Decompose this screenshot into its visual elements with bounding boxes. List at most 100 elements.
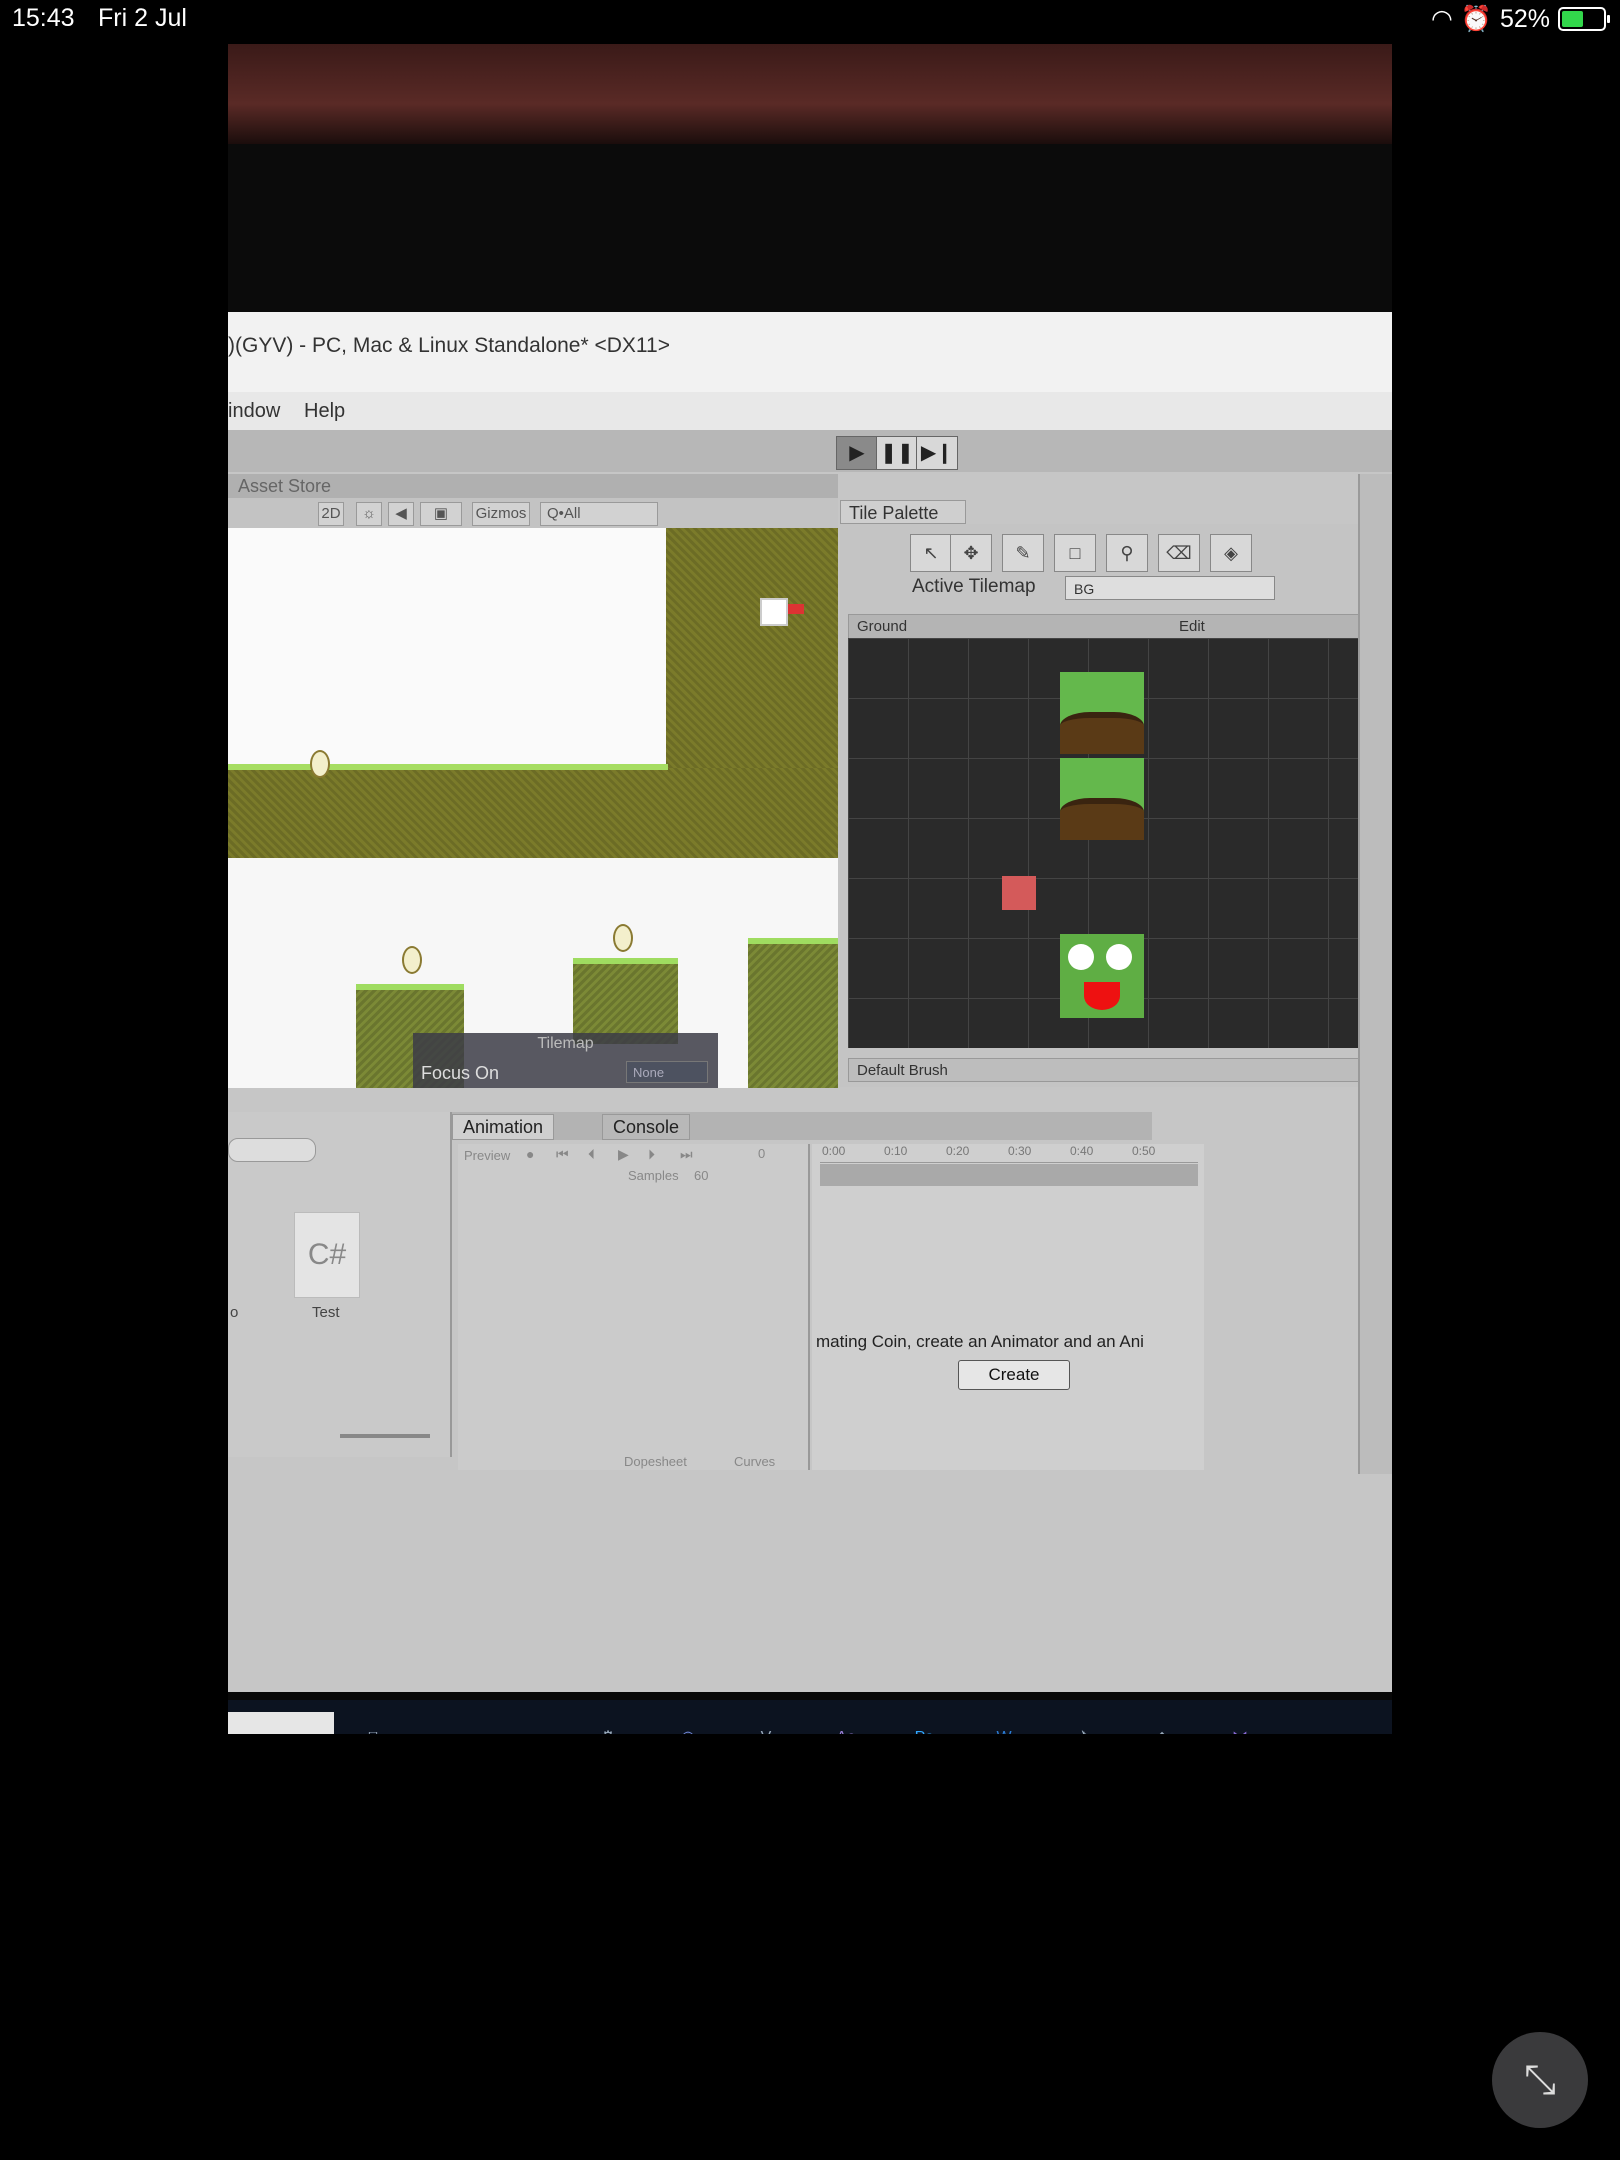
photoshop-icon[interactable]: Ps [904, 1718, 944, 1734]
taskbar-search[interactable] [228, 1712, 334, 1734]
csharp-script-icon[interactable]: C# [294, 1212, 360, 1298]
ruler-tick: 0:30 [1008, 1144, 1032, 1158]
red-tile[interactable] [1002, 876, 1036, 910]
lighting-icon[interactable]: ☼ [356, 502, 382, 526]
asset-name[interactable]: Test [312, 1304, 340, 1321]
exit-fullscreen-icon[interactable]: ⤡ [1492, 2032, 1588, 2128]
record-icon[interactable]: ● [526, 1146, 534, 1162]
timeline-ruler: 0:00 0:10 0:20 0:30 0:40 0:50 [820, 1144, 1198, 1163]
gizmo-x-arrow-icon[interactable] [788, 604, 804, 614]
select-icon[interactable]: ↖ [910, 534, 952, 572]
step-icon[interactable]: ▶❙ [916, 436, 958, 470]
animation-tab-bar: Animation Console [452, 1112, 1152, 1140]
mode-2d-button[interactable]: 2D [318, 502, 344, 526]
active-tilemap-label: Active Tilemap [912, 576, 1036, 597]
tilemap-overlay-title: Tilemap [537, 1035, 594, 1052]
project-panel: C# Test o [228, 1112, 452, 1457]
unity-icon[interactable]: ◆ [1142, 1718, 1182, 1734]
discord-icon[interactable]: ◉ [668, 1718, 708, 1734]
dopesheet-tab[interactable]: Dopesheet [624, 1454, 687, 1469]
samples-field[interactable]: 60 [694, 1168, 708, 1183]
menu-help[interactable]: Help [304, 400, 345, 423]
first-frame-icon[interactable]: ⏮ [556, 1146, 569, 1163]
preview-toggle[interactable]: Preview [464, 1148, 510, 1163]
tile-palette-grid[interactable] [848, 638, 1362, 1048]
audio-icon[interactable]: ◀ [388, 502, 414, 526]
scene-view[interactable]: Tilemap Focus On None [228, 528, 838, 1088]
pause-icon[interactable]: ❚❚ [876, 436, 918, 470]
project-search-input[interactable] [228, 1138, 316, 1162]
picker-icon[interactable]: ⚲ [1106, 534, 1148, 572]
ruler-tick: 0:20 [946, 1144, 970, 1158]
active-tilemap-dropdown[interactable]: BG [1065, 576, 1275, 600]
tab-animation[interactable]: Animation [452, 1114, 555, 1140]
effects-icon[interactable]: ▣ [420, 502, 462, 526]
wifi-icon: ◠ [1430, 5, 1453, 33]
grass-tile[interactable] [1060, 758, 1144, 840]
asset-name-cut: o [230, 1304, 239, 1321]
background-wall [228, 44, 1392, 144]
move-icon[interactable]: ✥ [950, 534, 992, 572]
palette-selector[interactable]: Ground Edit [848, 614, 1364, 640]
create-button[interactable]: Create [958, 1360, 1070, 1390]
frame-field[interactable]: 0 [758, 1146, 765, 1161]
tilemap-bg-band [228, 768, 838, 858]
timeline-track [820, 1164, 1198, 1186]
window-title: )(GYV) - PC, Mac & Linux Standalone* <DX… [228, 334, 670, 357]
box-fill-icon[interactable]: □ [1054, 534, 1096, 572]
transform-gizmo-icon[interactable] [760, 598, 788, 626]
play-icon[interactable]: ▶ [836, 436, 878, 470]
zoom-slider[interactable] [340, 1434, 430, 1438]
after-effects-icon[interactable]: Ae [826, 1718, 866, 1734]
alarm-icon: ⏰ [1460, 4, 1492, 33]
ipad-status-bar: 15:43 Fri 2 Jul ◠ ⏰ 52% [0, 0, 1620, 40]
sky-area [228, 528, 666, 764]
play-anim-icon[interactable]: ▶ [618, 1146, 629, 1163]
tile-palette-tab[interactable]: Tile Palette [840, 500, 966, 524]
task-view-icon[interactable]: ⧉ [354, 1718, 394, 1734]
brush-dropdown[interactable]: Default Brush [848, 1058, 1362, 1082]
next-frame-icon[interactable]: ⏵ [648, 1146, 655, 1163]
fill-icon[interactable]: ◈ [1210, 534, 1252, 572]
ruler-tick: 0:10 [884, 1144, 908, 1158]
palette-name: Ground [857, 618, 908, 635]
last-frame-icon[interactable]: ⏭ [680, 1146, 693, 1163]
eraser-icon[interactable]: ⌫ [1158, 534, 1200, 572]
main-toolbar: ▶ ❚❚ ▶❙ [228, 430, 1392, 472]
menu-window[interactable]: indow [228, 400, 280, 423]
palette-edit-button[interactable]: Edit [1179, 618, 1205, 635]
curves-tab[interactable]: Curves [734, 1454, 775, 1469]
tile-palette-tools: ↖ ✥ ✎ □ ⚲ ⌫ ◈ [910, 534, 1262, 572]
firefox-icon[interactable]: ● [434, 1718, 474, 1734]
video-frame: )(GYV) - PC, Mac & Linux Standalone* <DX… [228, 44, 1392, 1734]
prev-frame-icon[interactable]: ⏴ [588, 1146, 595, 1163]
battery-fill [1562, 11, 1583, 27]
file-explorer-icon[interactable]: ▬ [510, 1718, 550, 1734]
paint-brush-icon[interactable]: ✎ [1002, 534, 1044, 572]
focus-on-dropdown[interactable]: None [626, 1061, 708, 1083]
vegas-icon[interactable]: V [746, 1718, 786, 1734]
windows-taskbar: ⧉ ● ▬ ⚙ ◉ V Ae Ps W ✈ ◆ ⋈ [228, 1700, 1392, 1734]
steam-vr-icon[interactable]: ✈ [1064, 1718, 1104, 1734]
animation-timeline: 0:00 0:10 0:20 0:30 0:40 0:50 mating Coi… [812, 1144, 1204, 1470]
asset-store-tab[interactable]: Asset Store [238, 476, 331, 497]
scene-search-input[interactable]: Q•All [540, 502, 658, 526]
create-animator-message: mating Coin, create an Animator and an A… [816, 1332, 1144, 1351]
monster-tile[interactable] [1060, 934, 1144, 1018]
tab-console[interactable]: Console [602, 1114, 691, 1140]
monster-eye [1106, 944, 1132, 970]
battery-percent: 52% [1499, 4, 1550, 33]
gizmos-dropdown[interactable]: Gizmos [472, 502, 530, 526]
inspector-panel-edge [1358, 474, 1392, 1474]
status-time: 15:43 [12, 4, 75, 32]
monster-eye [1068, 944, 1094, 970]
visual-studio-icon[interactable]: ⋈ [1220, 1718, 1260, 1734]
status-date: Fri 2 Jul [98, 4, 187, 32]
word-icon[interactable]: W [984, 1718, 1024, 1734]
ruler-tick: 0:50 [1132, 1144, 1156, 1158]
ruler-tick: 0:40 [1070, 1144, 1094, 1158]
steam-icon[interactable]: ⚙ [588, 1718, 628, 1734]
ruler-tick: 0:00 [822, 1144, 846, 1158]
grass-tile[interactable] [1060, 672, 1144, 754]
samples-label: Samples [628, 1168, 679, 1183]
